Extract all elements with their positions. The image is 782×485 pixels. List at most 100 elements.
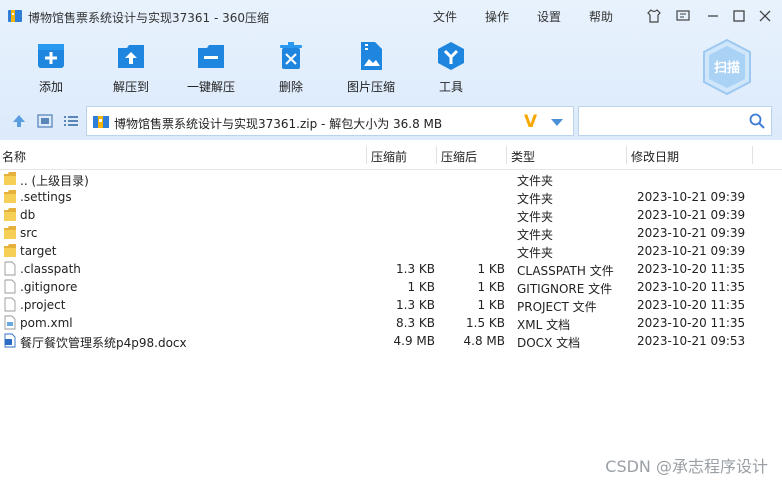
chevron-down-icon[interactable] xyxy=(551,119,563,126)
address-bar[interactable]: 博物馆售票系统设计与实现37361.zip - 解包大小为 36.8 MB V xyxy=(86,106,574,136)
file-type: 文件夹 xyxy=(517,246,554,260)
add-button[interactable]: 添加 xyxy=(11,40,91,96)
table-row[interactable]: pom.xml 8.3 KB 1.5 KB XML 文档 2023-10-20 11:3… xyxy=(0,314,782,332)
table-row[interactable]: .project 1.3 KB 1 KB PROJECT 文件 2023-10-20 1… xyxy=(0,296,782,314)
skin-icon[interactable] xyxy=(646,8,662,24)
file-name: .gitignore xyxy=(20,280,78,294)
extract-to-icon xyxy=(118,45,144,68)
table-row[interactable]: .gitignore 1 KB 1 KB GITIGNORE 文件 2023-10-20… xyxy=(0,278,782,296)
maximize-icon[interactable] xyxy=(731,8,747,24)
one-click-extract-button[interactable]: 一键解压 xyxy=(171,40,251,96)
thumbnail-view-icon[interactable] xyxy=(37,114,53,128)
column-name[interactable]: 名称 xyxy=(2,148,26,165)
file-date: 2023-10-20 11:35 xyxy=(637,280,746,294)
scan-button[interactable]: 扫描 xyxy=(700,38,754,96)
table-row[interactable]: .classpath 1.3 KB 1 KB CLASSPATH 文件 2023-10-… xyxy=(0,260,782,278)
one-click-extract-icon xyxy=(198,45,224,68)
up-arrow-icon[interactable] xyxy=(11,114,27,128)
file-name: .. (上级目录) xyxy=(20,174,89,188)
file-icon xyxy=(4,261,16,276)
file-type: 文件夹 xyxy=(517,210,554,224)
close-icon[interactable] xyxy=(757,8,773,24)
add-icon xyxy=(38,44,64,68)
file-name: target xyxy=(20,244,57,258)
column-divider[interactable] xyxy=(436,146,437,164)
file-type: 文件夹 xyxy=(517,174,554,188)
folder-icon xyxy=(4,190,16,203)
file-date: 2023-10-21 09:39 xyxy=(637,244,746,258)
size-after: 4.8 MB xyxy=(463,334,505,348)
file-name: src xyxy=(20,226,38,240)
column-type[interactable]: 类型 xyxy=(511,148,535,165)
file-name: 餐厅餐饮管理系统p4p98.docx xyxy=(20,336,187,350)
brand-v-icon[interactable]: V xyxy=(524,112,537,132)
file-type: GITIGNORE 文件 xyxy=(517,282,613,296)
image-compress-label: 图片压缩 xyxy=(346,80,395,94)
column-divider[interactable] xyxy=(366,146,367,164)
top-panel: 博物馆售票系统设计与实现37361 - 360压缩 文件 操作 设置 帮助 添加 xyxy=(0,0,782,140)
column-modified[interactable]: 修改日期 xyxy=(631,148,679,165)
size-before: 4.9 MB xyxy=(393,334,435,348)
file-name: .settings xyxy=(20,190,72,204)
delete-button[interactable]: 删除 xyxy=(251,40,331,96)
folder-icon xyxy=(4,208,16,221)
search-input[interactable] xyxy=(578,106,772,136)
file-type: XML 文档 xyxy=(517,318,571,332)
table-row[interactable]: target 文件夹 2023-10-21 09:39 xyxy=(0,242,782,260)
delete-label: 删除 xyxy=(278,80,303,94)
folder-icon xyxy=(4,226,16,239)
column-divider[interactable] xyxy=(752,146,753,164)
watermark: CSDN @承志程序设计 xyxy=(605,457,768,476)
table-row[interactable]: db 文件夹 2023-10-21 09:39 xyxy=(0,206,782,224)
archive-path: 博物馆售票系统设计与实现37361.zip - 解包大小为 36.8 MB xyxy=(114,117,443,131)
minimize-icon[interactable] xyxy=(705,8,721,24)
window-title: 博物馆售票系统设计与实现37361 - 360压缩 xyxy=(28,11,270,25)
file-list[interactable]: 名称 压缩前 压缩后 类型 修改日期 .. (上级目录) 文件夹 .settings… xyxy=(0,140,782,485)
size-before: 1.3 KB xyxy=(396,262,435,276)
file-date: 2023-10-20 11:35 xyxy=(637,298,746,312)
file-date: 2023-10-20 11:35 xyxy=(637,316,746,330)
scan-label: 扫描 xyxy=(713,61,740,76)
file-date: 2023-10-21 09:53 xyxy=(637,334,746,348)
column-divider[interactable] xyxy=(506,146,507,164)
table-row[interactable]: .. (上级目录) 文件夹 xyxy=(0,170,782,188)
file-date: 2023-10-21 09:39 xyxy=(637,190,746,204)
xml-file-icon xyxy=(4,315,16,330)
file-type: 文件夹 xyxy=(517,192,554,206)
feedback-icon[interactable] xyxy=(675,8,691,24)
size-before: 1.3 KB xyxy=(396,298,435,312)
size-after: 1.5 KB xyxy=(466,316,505,330)
size-before: 1 KB xyxy=(407,280,435,294)
image-compress-icon xyxy=(361,42,382,70)
size-before: 8.3 KB xyxy=(396,316,435,330)
size-after: 1 KB xyxy=(477,262,505,276)
size-after: 1 KB xyxy=(477,298,505,312)
menu-file[interactable]: 文件 xyxy=(433,8,457,25)
column-after[interactable]: 压缩后 xyxy=(441,148,477,165)
file-name: pom.xml xyxy=(20,316,73,330)
file-name: .classpath xyxy=(20,262,81,276)
file-icon xyxy=(4,297,16,312)
extract-to-button[interactable]: 解压到 xyxy=(91,40,171,96)
table-row[interactable]: src 文件夹 2023-10-21 09:39 xyxy=(0,224,782,242)
zip-archive-icon xyxy=(93,116,109,128)
file-icon xyxy=(4,279,16,294)
image-compress-button[interactable]: 图片压缩 xyxy=(331,40,411,96)
table-row[interactable]: 餐厅餐饮管理系统p4p98.docx 4.9 MB 4.8 MB DOCX 文档 202… xyxy=(0,332,782,350)
list-view-icon[interactable] xyxy=(63,114,79,128)
column-divider[interactable] xyxy=(626,146,627,164)
delete-icon xyxy=(280,42,302,69)
tools-icon xyxy=(438,42,464,70)
column-before[interactable]: 压缩前 xyxy=(371,148,407,165)
folder-icon xyxy=(4,172,16,185)
menu-settings[interactable]: 设置 xyxy=(537,8,561,25)
file-type: 文件夹 xyxy=(517,228,554,242)
table-row[interactable]: .settings 文件夹 2023-10-21 09:39 xyxy=(0,188,782,206)
file-type: PROJECT 文件 xyxy=(517,300,597,314)
menu-help[interactable]: 帮助 xyxy=(589,8,613,25)
list-header: 名称 压缩前 压缩后 类型 修改日期 xyxy=(0,140,782,170)
menu-operation[interactable]: 操作 xyxy=(485,8,509,25)
tools-button[interactable]: 工具 xyxy=(411,40,491,96)
one-click-extract-label: 一键解压 xyxy=(186,80,235,94)
search-icon[interactable] xyxy=(749,113,765,129)
